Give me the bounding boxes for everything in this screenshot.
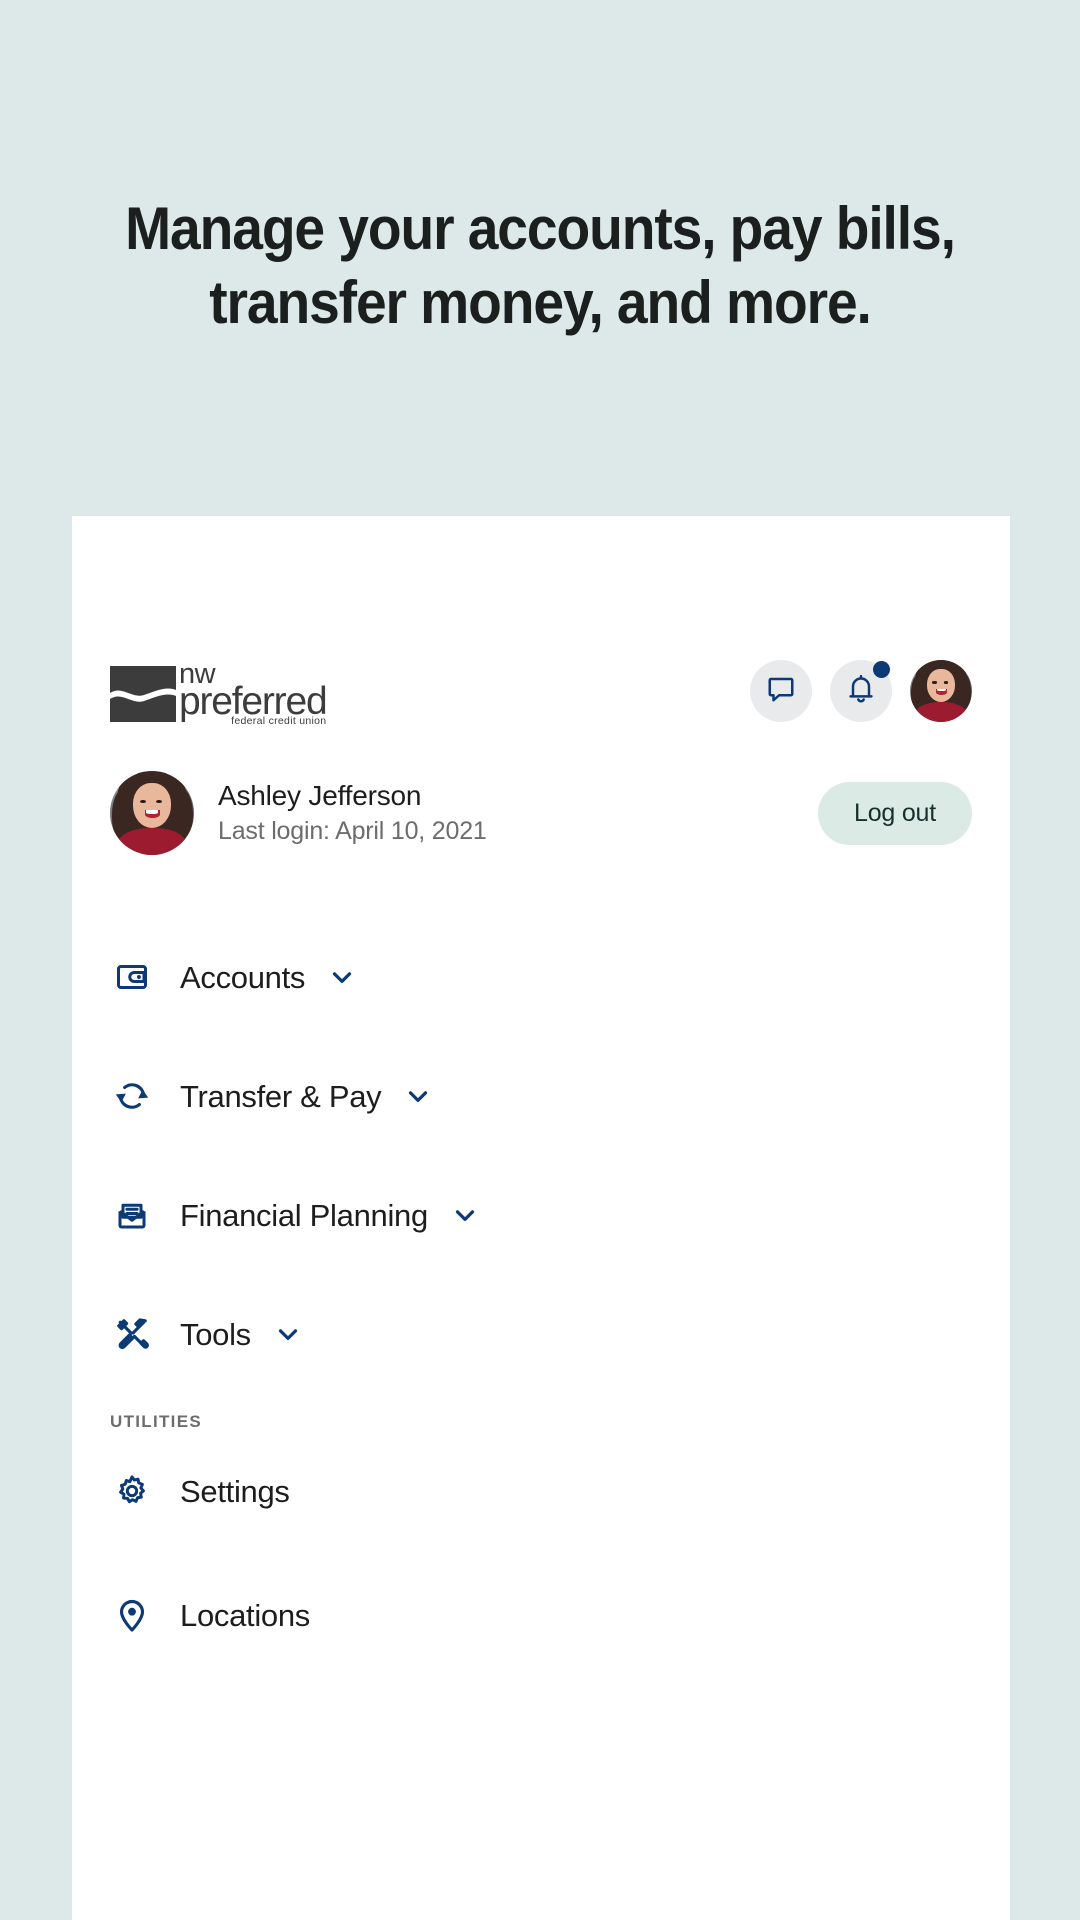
profile-avatar [110,771,194,855]
header-avatar-button[interactable] [910,660,972,722]
sidebar-navigation: Accounts Transfer & Pay Financial Planni… [72,936,1010,1698]
refresh-arrows-icon [110,1074,154,1118]
gear-icon [110,1469,154,1513]
sidebar-item-label: Financial Planning [180,1197,428,1233]
logo-wordmark: nw preferred federal credit union [179,660,328,727]
app-preview-card: nw preferred federal credit union Ashley… [72,516,1010,1920]
chevron-down-icon[interactable] [450,1200,480,1230]
utilities-section-label: UTILITIES [110,1412,202,1431]
page-headline: Manage your accounts, pay bills, transfe… [43,192,1037,340]
avatar [910,660,972,722]
sidebar-item-tools[interactable]: Tools [72,1293,1010,1375]
chat-bubble-icon [766,674,796,709]
chevron-down-icon[interactable] [273,1319,303,1349]
chevron-down-icon[interactable] [403,1081,433,1111]
sidebar-item-settings[interactable]: Settings [72,1450,1010,1532]
headline-line-2: transfer money, and more. [209,269,872,336]
profile-last-login: Last login: April 10, 2021 [218,817,487,845]
sidebar-item-financial-planning[interactable]: Financial Planning [72,1174,1010,1256]
notification-badge-dot [873,661,890,678]
nav-utilities-group: Settings Locations [72,1450,1010,1656]
hammer-screwdriver-icon [110,1312,154,1356]
sidebar-item-label: Transfer & Pay [180,1078,382,1114]
header-actions [750,660,972,722]
sidebar-item-label: Settings [180,1473,290,1509]
notifications-button[interactable] [830,660,892,722]
chevron-down-icon[interactable] [327,962,357,992]
sidebar-item-label: Accounts [180,959,306,995]
headline-line-1: Manage your accounts, pay bills, [125,195,956,262]
logo-mark-icon [110,666,176,722]
sidebar-item-label: Tools [180,1316,251,1352]
user-profile-row: Ashley Jefferson Last login: April 10, 2… [72,758,1010,868]
envelope-document-icon [110,1193,154,1237]
app-header: nw preferred federal credit union [72,636,1010,746]
nw-preferred-logo: nw preferred federal credit union [110,660,328,726]
sidebar-item-transfer-pay[interactable]: Transfer & Pay [72,1055,1010,1137]
logout-button[interactable]: Log out [817,781,972,845]
bell-icon [846,673,876,710]
wallet-icon [110,955,154,999]
profile-text: Ashley Jefferson Last login: April 10, 2… [218,778,818,848]
messages-button[interactable] [750,660,812,722]
map-pin-icon [110,1593,154,1637]
nav-primary-group: Accounts Transfer & Pay Financial Planni… [72,936,1010,1375]
sidebar-item-locations[interactable]: Locations [72,1574,1010,1656]
profile-name: Ashley Jefferson [218,780,422,811]
sidebar-item-accounts[interactable]: Accounts [72,936,1010,1018]
sidebar-item-label: Locations [180,1597,311,1633]
